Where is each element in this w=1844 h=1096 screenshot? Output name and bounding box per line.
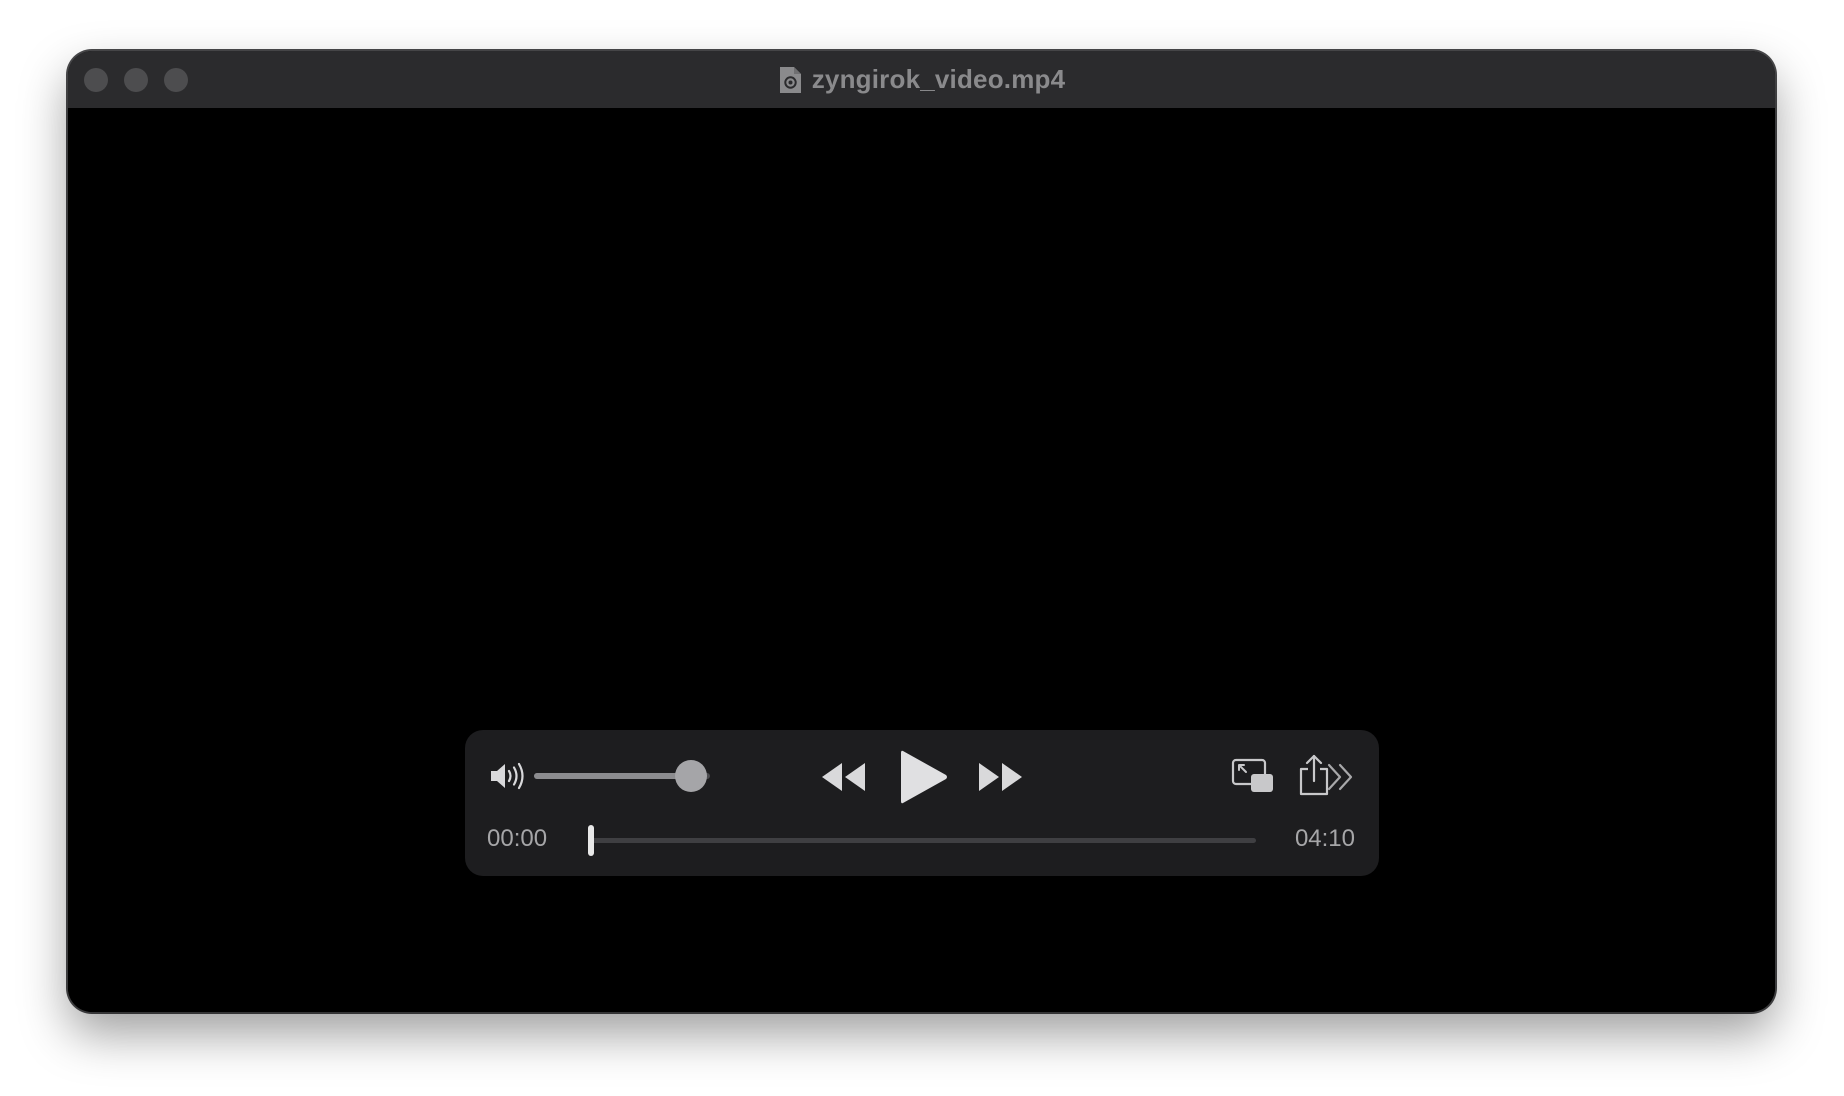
document-video-icon xyxy=(778,66,802,94)
picture-in-picture-button[interactable] xyxy=(1231,758,1275,796)
playhead[interactable] xyxy=(588,825,594,856)
more-controls-button[interactable] xyxy=(1325,761,1357,793)
speaker-volume-icon[interactable] xyxy=(489,761,527,791)
rewind-button[interactable] xyxy=(820,760,868,794)
play-button[interactable] xyxy=(897,748,949,806)
rewind-icon xyxy=(820,760,868,794)
video-canvas[interactable] xyxy=(68,108,1775,1012)
chevron-double-right-icon xyxy=(1325,761,1357,793)
current-time-label: 00:00 xyxy=(487,825,548,852)
window-title-group: zyngirok_video.mp4 xyxy=(68,51,1775,108)
picture-in-picture-icon xyxy=(1231,758,1275,796)
play-icon xyxy=(897,748,949,806)
scrubber-track xyxy=(588,838,1256,843)
volume-knob[interactable] xyxy=(674,760,707,792)
duration-label: 04:10 xyxy=(1294,825,1355,852)
fast-forward-icon xyxy=(976,760,1024,794)
playback-scrubber[interactable] xyxy=(588,825,1256,856)
volume-fill xyxy=(534,773,691,779)
playback-controls-panel: 00:00 04:10 xyxy=(465,730,1379,876)
title-bar[interactable]: zyngirok_video.mp4 xyxy=(68,51,1775,108)
fast-forward-button[interactable] xyxy=(976,760,1024,794)
quicktime-window: zyngirok_video.mp4 00:00 04:10 xyxy=(68,51,1775,1012)
window-title: zyngirok_video.mp4 xyxy=(811,64,1066,94)
volume-slider[interactable] xyxy=(534,760,710,792)
